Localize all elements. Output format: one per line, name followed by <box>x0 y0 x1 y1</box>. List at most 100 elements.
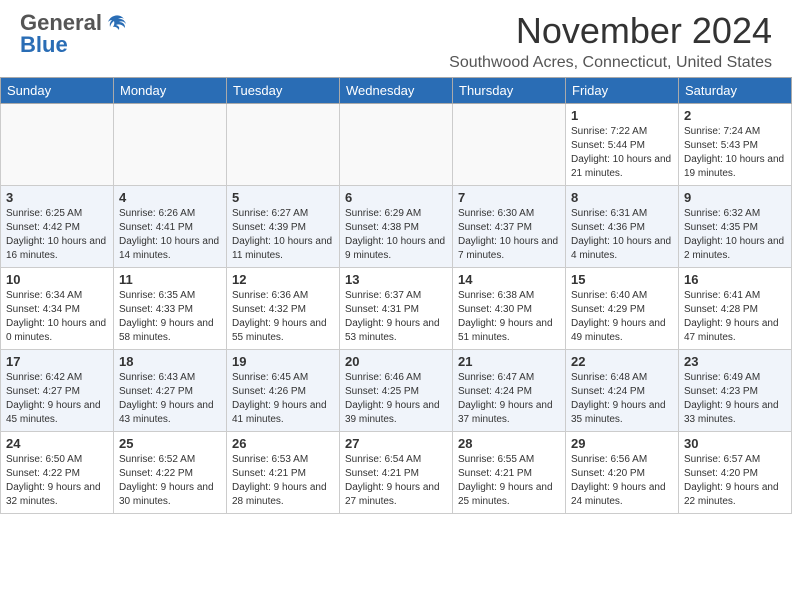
day-info: Sunrise: 7:24 AM Sunset: 5:43 PM Dayligh… <box>684 125 786 181</box>
day-number: 9 <box>684 190 786 205</box>
day-number: 24 <box>6 436 108 451</box>
day-info: Sunrise: 6:30 AM Sunset: 4:37 PM Dayligh… <box>458 207 560 263</box>
calendar-cell: 22Sunrise: 6:48 AM Sunset: 4:24 PM Dayli… <box>566 350 679 432</box>
day-number: 1 <box>571 108 673 123</box>
title-section: November 2024 Southwood Acres, Connectic… <box>449 10 772 72</box>
day-number: 12 <box>232 272 334 287</box>
week-row-2: 3Sunrise: 6:25 AM Sunset: 4:42 PM Daylig… <box>1 186 792 268</box>
day-number: 26 <box>232 436 334 451</box>
day-info: Sunrise: 6:27 AM Sunset: 4:39 PM Dayligh… <box>232 207 334 263</box>
day-number: 16 <box>684 272 786 287</box>
calendar-cell: 13 Sunrise: 6:37 AM Sunset: 4:31 PM Dayli… <box>340 268 453 350</box>
day-info: Sunrise: 6:54 AM Sunset: 4:21 PM Dayligh… <box>345 453 447 509</box>
logo-blue-text: Blue <box>20 32 68 58</box>
week-row-4: 17 Sunrise: 6:42 AM Sunset: 4:27 PM Dayli… <box>1 350 792 432</box>
calendar-cell: 8 Sunrise: 6:31 AM Sunset: 4:36 PM Daylig… <box>566 186 679 268</box>
calendar-header-row: SundayMondayTuesdayWednesdayThursdayFrid… <box>1 78 792 104</box>
day-info: Sunrise: 6:26 AM Sunset: 4:41 PM Dayligh… <box>119 207 221 263</box>
calendar-cell: 11 Sunrise: 6:35 AM Sunset: 4:33 PM Dayli… <box>114 268 227 350</box>
weekday-header-monday: Monday <box>114 78 227 104</box>
day-info: Sunrise: 6:43 AM Sunset: 4:27 PM Dayligh… <box>119 371 221 427</box>
day-number: 17 <box>6 354 108 369</box>
day-info: Sunrise: 6:57 AM Sunset: 4:20 PM Dayligh… <box>684 453 786 509</box>
day-number: 19 <box>232 354 334 369</box>
calendar-cell: 1Sunrise: 7:22 AM Sunset: 5:44 PM Daylig… <box>566 104 679 186</box>
calendar-cell: 23 Sunrise: 6:49 AM Sunset: 4:23 PM Dayli… <box>679 350 792 432</box>
calendar-cell: 30 Sunrise: 6:57 AM Sunset: 4:20 PM Dayli… <box>679 432 792 514</box>
day-number: 13 <box>345 272 447 287</box>
calendar-cell: 28 Sunrise: 6:55 AM Sunset: 4:21 PM Dayli… <box>453 432 566 514</box>
day-info: Sunrise: 6:29 AM Sunset: 4:38 PM Dayligh… <box>345 207 447 263</box>
calendar-cell: 19 Sunrise: 6:45 AM Sunset: 4:26 PM Dayli… <box>227 350 340 432</box>
day-number: 23 <box>684 354 786 369</box>
calendar-cell: 7 Sunrise: 6:30 AM Sunset: 4:37 PM Daylig… <box>453 186 566 268</box>
day-number: 28 <box>458 436 560 451</box>
day-number: 8 <box>571 190 673 205</box>
day-number: 14 <box>458 272 560 287</box>
day-info: Sunrise: 6:49 AM Sunset: 4:23 PM Dayligh… <box>684 371 786 427</box>
day-info: Sunrise: 6:48 AM Sunset: 4:24 PM Dayligh… <box>571 371 673 427</box>
day-number: 6 <box>345 190 447 205</box>
calendar-cell: 25Sunrise: 6:52 AM Sunset: 4:22 PM Dayli… <box>114 432 227 514</box>
calendar-cell: 16 Sunrise: 6:41 AM Sunset: 4:28 PM Dayli… <box>679 268 792 350</box>
day-info: Sunrise: 6:47 AM Sunset: 4:24 PM Dayligh… <box>458 371 560 427</box>
logo: General Blue <box>20 10 128 58</box>
day-info: Sunrise: 6:32 AM Sunset: 4:35 PM Dayligh… <box>684 207 786 263</box>
week-row-5: 24 Sunrise: 6:50 AM Sunset: 4:22 PM Dayli… <box>1 432 792 514</box>
calendar-cell: 10Sunrise: 6:34 AM Sunset: 4:34 PM Dayli… <box>1 268 114 350</box>
calendar-cell <box>340 104 453 186</box>
day-number: 11 <box>119 272 221 287</box>
day-info: Sunrise: 6:56 AM Sunset: 4:20 PM Dayligh… <box>571 453 673 509</box>
day-number: 20 <box>345 354 447 369</box>
calendar-table: SundayMondayTuesdayWednesdayThursdayFrid… <box>0 77 792 514</box>
day-info: Sunrise: 6:38 AM Sunset: 4:30 PM Dayligh… <box>458 289 560 345</box>
calendar-cell: 21 Sunrise: 6:47 AM Sunset: 4:24 PM Dayli… <box>453 350 566 432</box>
calendar-cell: 9 Sunrise: 6:32 AM Sunset: 4:35 PM Daylig… <box>679 186 792 268</box>
week-row-1: 1Sunrise: 7:22 AM Sunset: 5:44 PM Daylig… <box>1 104 792 186</box>
calendar-cell: 12 Sunrise: 6:36 AM Sunset: 4:32 PM Dayli… <box>227 268 340 350</box>
day-number: 30 <box>684 436 786 451</box>
day-number: 4 <box>119 190 221 205</box>
day-number: 18 <box>119 354 221 369</box>
day-info: Sunrise: 6:53 AM Sunset: 4:21 PM Dayligh… <box>232 453 334 509</box>
day-number: 2 <box>684 108 786 123</box>
day-info: Sunrise: 6:41 AM Sunset: 4:28 PM Dayligh… <box>684 289 786 345</box>
day-number: 5 <box>232 190 334 205</box>
calendar-cell: 27 Sunrise: 6:54 AM Sunset: 4:21 PM Dayli… <box>340 432 453 514</box>
page-header: General Blue November 2024 Southwood Acr… <box>0 0 792 77</box>
day-number: 15 <box>571 272 673 287</box>
weekday-header-sunday: Sunday <box>1 78 114 104</box>
day-info: Sunrise: 6:46 AM Sunset: 4:25 PM Dayligh… <box>345 371 447 427</box>
calendar-cell: 17 Sunrise: 6:42 AM Sunset: 4:27 PM Dayli… <box>1 350 114 432</box>
calendar-cell: 14 Sunrise: 6:38 AM Sunset: 4:30 PM Dayli… <box>453 268 566 350</box>
location: Southwood Acres, Connecticut, United Sta… <box>449 54 772 72</box>
day-number: 21 <box>458 354 560 369</box>
calendar-cell: 18 Sunrise: 6:43 AM Sunset: 4:27 PM Dayli… <box>114 350 227 432</box>
weekday-header-friday: Friday <box>566 78 679 104</box>
weekday-header-thursday: Thursday <box>453 78 566 104</box>
calendar-cell: 26 Sunrise: 6:53 AM Sunset: 4:21 PM Dayli… <box>227 432 340 514</box>
day-number: 7 <box>458 190 560 205</box>
day-info: Sunrise: 6:31 AM Sunset: 4:36 PM Dayligh… <box>571 207 673 263</box>
week-row-3: 10Sunrise: 6:34 AM Sunset: 4:34 PM Dayli… <box>1 268 792 350</box>
calendar-cell: 2 Sunrise: 7:24 AM Sunset: 5:43 PM Daylig… <box>679 104 792 186</box>
day-number: 29 <box>571 436 673 451</box>
day-info: Sunrise: 6:45 AM Sunset: 4:26 PM Dayligh… <box>232 371 334 427</box>
day-info: Sunrise: 6:25 AM Sunset: 4:42 PM Dayligh… <box>6 207 108 263</box>
month-title: November 2024 <box>449 10 772 52</box>
calendar-cell: 4 Sunrise: 6:26 AM Sunset: 4:41 PM Daylig… <box>114 186 227 268</box>
day-info: Sunrise: 6:42 AM Sunset: 4:27 PM Dayligh… <box>6 371 108 427</box>
weekday-header-tuesday: Tuesday <box>227 78 340 104</box>
day-info: Sunrise: 6:50 AM Sunset: 4:22 PM Dayligh… <box>6 453 108 509</box>
day-info: Sunrise: 6:36 AM Sunset: 4:32 PM Dayligh… <box>232 289 334 345</box>
day-info: Sunrise: 6:37 AM Sunset: 4:31 PM Dayligh… <box>345 289 447 345</box>
weekday-header-wednesday: Wednesday <box>340 78 453 104</box>
day-info: Sunrise: 6:55 AM Sunset: 4:21 PM Dayligh… <box>458 453 560 509</box>
day-number: 27 <box>345 436 447 451</box>
calendar-cell: 6 Sunrise: 6:29 AM Sunset: 4:38 PM Daylig… <box>340 186 453 268</box>
calendar-cell: 3Sunrise: 6:25 AM Sunset: 4:42 PM Daylig… <box>1 186 114 268</box>
calendar-cell: 5 Sunrise: 6:27 AM Sunset: 4:39 PM Daylig… <box>227 186 340 268</box>
calendar-cell <box>114 104 227 186</box>
calendar-cell: 15Sunrise: 6:40 AM Sunset: 4:29 PM Dayli… <box>566 268 679 350</box>
day-info: Sunrise: 6:35 AM Sunset: 4:33 PM Dayligh… <box>119 289 221 345</box>
